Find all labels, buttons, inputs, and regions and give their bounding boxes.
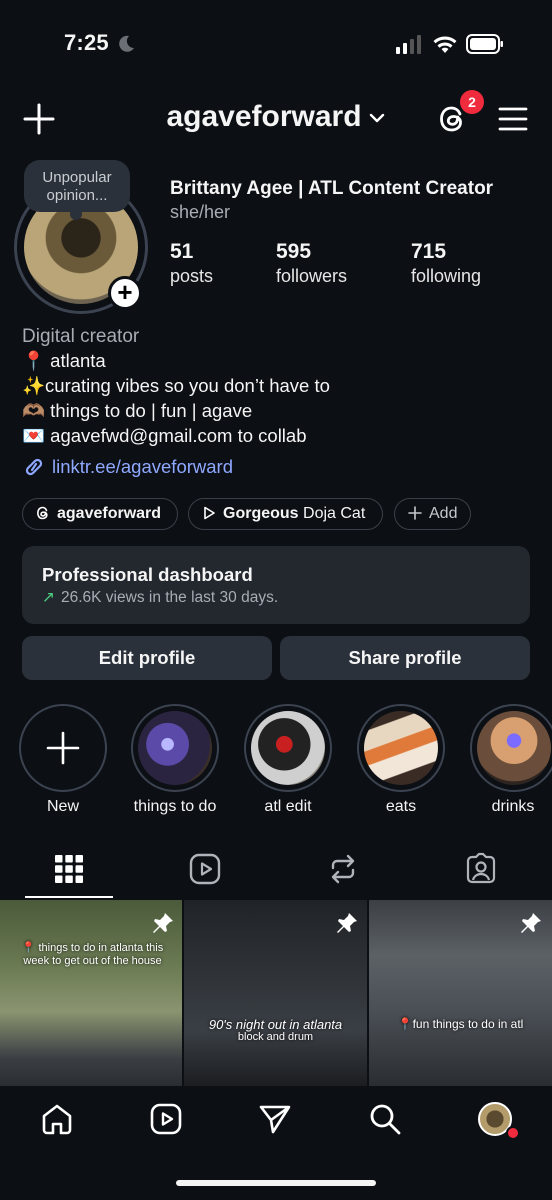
- profile-note[interactable]: Unpopular opinion...: [24, 160, 130, 220]
- reels-icon[interactable]: [149, 1102, 183, 1136]
- music-song: Gorgeous: [223, 505, 299, 522]
- highlight-label: drinks: [491, 798, 535, 815]
- grid-tab-icon[interactable]: [52, 852, 86, 886]
- following-label[interactable]: following: [411, 266, 481, 287]
- profile-link[interactable]: linktr.ee/agaveforward: [22, 456, 233, 478]
- profile-category: Digital creator: [22, 326, 140, 347]
- highlight-cover: [138, 711, 212, 785]
- pin-icon: [521, 913, 541, 933]
- bio-line: 📍 atlanta: [22, 350, 106, 371]
- direct-message-icon[interactable]: [258, 1102, 292, 1136]
- notification-dot: [506, 1126, 520, 1140]
- trend-up-icon: ↗: [42, 589, 55, 606]
- followers-count[interactable]: 595: [276, 240, 311, 264]
- post-caption: 📍 things to do in atlanta this week to g…: [21, 942, 164, 967]
- focus-moon-icon: [119, 35, 134, 52]
- add-chip[interactable]: Add: [394, 498, 471, 530]
- cellular-signal-icon: [396, 35, 421, 54]
- post-caption: 90's night out in atlanta: [208, 1017, 343, 1032]
- dashboard-views: 26.6K views in the last 30 days.: [61, 589, 279, 606]
- threads-small-icon: [36, 506, 48, 520]
- threads-chip[interactable]: agaveforward: [22, 498, 178, 530]
- username-title: agaveforward: [166, 100, 362, 133]
- highlight-label: things to do: [133, 798, 217, 815]
- edit-profile-button[interactable]: Edit profile: [22, 636, 272, 680]
- tagged-tab-icon[interactable]: [464, 852, 498, 886]
- link-text: linktr.ee/agaveforward: [52, 456, 233, 477]
- plus-small-icon: [408, 506, 422, 520]
- music-chip[interactable]: Gorgeous Doja Cat: [188, 498, 383, 530]
- posts-count[interactable]: 51: [170, 240, 193, 264]
- plus-icon: [46, 731, 80, 765]
- status-time: 7:25: [64, 30, 109, 55]
- link-icon: [25, 458, 43, 476]
- bio-line: ✨curating vibes so you don’t have to: [22, 375, 330, 396]
- highlight-cover: [364, 711, 438, 785]
- home-icon[interactable]: [40, 1102, 74, 1136]
- highlight-label: eats: [385, 798, 417, 815]
- active-tab-indicator: [25, 896, 113, 898]
- reels-tab-icon[interactable]: [188, 852, 222, 886]
- highlight-cover: [251, 711, 325, 785]
- reposts-tab-icon[interactable]: [326, 852, 360, 886]
- following-count[interactable]: 715: [411, 240, 446, 264]
- music-artist: Doja Cat: [303, 505, 366, 522]
- post-caption: 📍fun things to do in atl: [397, 1017, 524, 1031]
- pin-icon: [337, 913, 357, 933]
- chevron-down-icon: [369, 113, 384, 123]
- highlight-cover: [477, 711, 551, 785]
- hamburger-menu-icon[interactable]: [498, 106, 528, 132]
- highlight-label: atl edit: [264, 798, 312, 815]
- bio-line: 💌 agavefwd@gmail.com to collab: [22, 425, 307, 446]
- dashboard-subtitle: ↗ 26.6K views in the last 30 days.: [42, 588, 278, 607]
- pronouns: she/her: [170, 202, 231, 222]
- add-story-button[interactable]: +: [108, 276, 142, 310]
- notification-badge: 2: [460, 90, 484, 114]
- add-chip-label: Add: [429, 505, 458, 522]
- search-icon[interactable]: [368, 1102, 402, 1136]
- wifi-icon: [433, 36, 457, 53]
- home-indicator: [176, 1180, 376, 1186]
- share-profile-button[interactable]: Share profile: [280, 636, 530, 680]
- followers-label[interactable]: followers: [276, 266, 347, 287]
- battery-icon: [466, 34, 503, 54]
- posts-label[interactable]: posts: [170, 266, 213, 287]
- dashboard-title: Professional dashboard: [42, 564, 253, 585]
- play-icon: [204, 506, 215, 520]
- pin-icon: [153, 913, 173, 933]
- bio-line: 🫶🏽 things to do | fun | agave: [22, 400, 253, 421]
- profile-name: Brittany Agee | ATL Content Creator: [170, 178, 494, 199]
- threads-chip-label: agaveforward: [57, 505, 162, 522]
- highlight-label: New: [46, 798, 79, 815]
- post-subcaption: block and drum: [237, 1031, 314, 1043]
